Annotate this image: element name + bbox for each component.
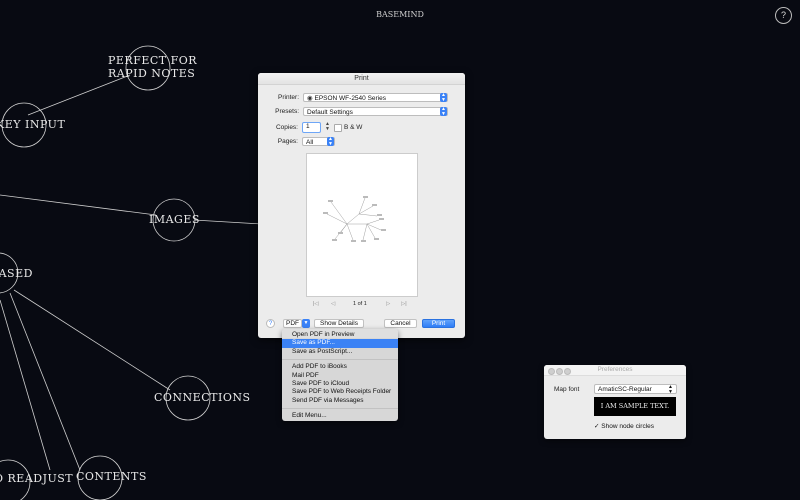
print-preview (306, 153, 418, 297)
prev-page-button[interactable]: ◁ (331, 301, 335, 307)
first-page-button[interactable]: |◁ (313, 301, 319, 307)
pages-chevron-icon: ▲ ▼ (327, 136, 334, 147)
preferences-title-bar: Preferences (544, 365, 686, 376)
menu-item-save-as-postscript[interactable]: Save as PostScript... (282, 348, 398, 356)
help-button[interactable]: ? (266, 319, 275, 328)
font-sample-preview: I AM SAMPLE TEXT. HELLO. (594, 397, 676, 429)
map-font-chevron-icon: ▲ ▼ (668, 384, 673, 395)
print-dialog-title: Print (258, 73, 465, 85)
map-font-select[interactable]: AmaticSC-Regular ▲ ▼ (594, 384, 677, 395)
node-perfect-for-line1[interactable]: PERFECT FOR (108, 55, 197, 66)
copies-label: Copies: (275, 124, 298, 131)
help-icon[interactable]: ? (775, 7, 792, 24)
zoom-window-button[interactable] (564, 368, 571, 375)
pdf-dropdown-chevron-icon[interactable]: ▼ (302, 319, 310, 328)
show-node-circles-checkbox[interactable]: ✓ Show node circles (594, 422, 654, 430)
last-page-button[interactable]: ▷| (401, 301, 407, 307)
preferences-window: Preferences Map font AmaticSC-Regular ▲ ▼… (544, 365, 686, 439)
presets-select[interactable]: Default Settings ▲ ▼ (303, 107, 448, 116)
printer-label: Printer: (278, 94, 299, 101)
pdf-button[interactable]: PDF (283, 319, 302, 328)
bw-checkbox[interactable] (334, 124, 342, 132)
close-window-button[interactable] (548, 368, 555, 375)
node-perfect-for-line2[interactable]: RAPID NOTES (108, 68, 195, 79)
presets-value: Default Settings (307, 109, 353, 116)
menu-item-mail-pdf[interactable]: Mail PDF (282, 372, 398, 380)
node-contents[interactable]: CONTENTS (76, 471, 146, 482)
menu-item-send-pdf-via-messages[interactable]: Send PDF via Messages (282, 397, 398, 405)
menu-item-save-pdf-to-icloud[interactable]: Save PDF to iCloud (282, 380, 398, 388)
page-indicator: 1 of 1 (353, 301, 367, 307)
node-images[interactable]: IMAGES (149, 214, 199, 225)
print-button[interactable]: Print (422, 319, 455, 328)
print-dialog: Print Printer: ◉ EPSON WF-2540 Series ▲ ▼… (258, 73, 465, 338)
app-title: BASEMIND (376, 10, 424, 19)
menu-item-edit-menu[interactable]: Edit Menu... (282, 412, 398, 420)
next-page-button[interactable]: ▷ (386, 301, 390, 307)
preferences-title: Preferences (597, 366, 633, 373)
menu-item-add-pdf-to-ibooks[interactable]: Add PDF to iBooks (282, 363, 398, 371)
menu-item-save-pdf-to-web-receipts[interactable]: Save PDF to Web Receipts Folder (282, 388, 398, 396)
printer-value: EPSON WF-2540 Series (314, 95, 387, 102)
node-connections[interactable]: CONNECTIONS (154, 392, 250, 403)
bw-label: B & W (344, 124, 363, 131)
preview-mindmap-thumbnail (323, 196, 386, 242)
copies-stepper-icon[interactable]: ▲ ▼ (325, 122, 330, 132)
pages-select[interactable]: All ▲ ▼ (302, 137, 335, 146)
cancel-button[interactable]: Cancel (384, 319, 417, 328)
map-font-label: Map font (554, 386, 580, 393)
presets-chevron-icon: ▲ ▼ (440, 106, 447, 117)
node-based[interactable]: BASED (0, 268, 32, 279)
pages-value: All (306, 139, 314, 146)
show-details-button[interactable]: Show Details (314, 319, 364, 328)
node-key-input[interactable]: KEY INPUT (0, 119, 65, 130)
menu-separator (282, 408, 398, 410)
map-font-value: AmaticSC-Regular (598, 386, 652, 393)
copies-field[interactable]: 1 (302, 122, 321, 133)
presets-label: Presets: (275, 108, 299, 115)
menu-separator (282, 359, 398, 361)
printer-select[interactable]: ◉ EPSON WF-2540 Series ▲ ▼ (303, 93, 448, 102)
pages-label: Pages: (277, 138, 298, 145)
menu-item-open-pdf-in-preview[interactable]: Open PDF in Preview (282, 331, 398, 339)
printer-chevron-icon: ▲ ▼ (440, 92, 447, 103)
pdf-menu: Open PDF in Preview Save as PDF... Save … (282, 329, 398, 421)
menu-item-save-as-pdf[interactable]: Save as PDF... (282, 339, 398, 348)
node-readjust[interactable]: O READJUST (0, 473, 73, 484)
minimize-window-button[interactable] (556, 368, 563, 375)
show-node-circles-label: Show node circles (601, 423, 655, 430)
